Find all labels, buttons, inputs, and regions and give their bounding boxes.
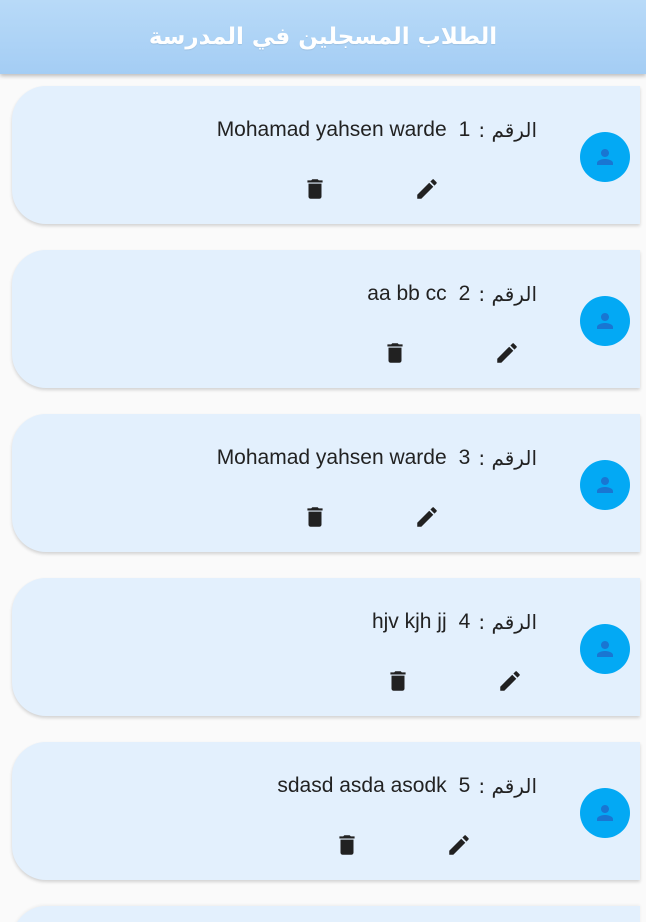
page-title: الطلاب المسجلين في المدرسة	[148, 24, 498, 50]
person-icon	[597, 641, 613, 657]
student-name: sdasd asda asodk	[277, 774, 447, 797]
delete-icon	[307, 179, 323, 199]
edit-button[interactable]	[493, 339, 521, 367]
edit-icon	[417, 507, 437, 527]
student-list[interactable]: Mohamad yahsen warde الرقم : 1 aa bb cc …	[0, 74, 646, 922]
avatar	[580, 624, 630, 674]
avatar	[580, 296, 630, 346]
edit-button[interactable]	[445, 831, 473, 859]
number-prefix: الرقم :	[478, 774, 537, 798]
app-bar: الطلاب المسجلين في المدرسة	[0, 0, 646, 74]
edit-button[interactable]	[413, 175, 441, 203]
person-icon	[597, 313, 613, 329]
student-title: Mohamad yahsen warde الرقم : 1	[217, 118, 537, 142]
person-icon	[597, 805, 613, 821]
avatar	[580, 460, 630, 510]
student-number-label: الرقم : 4	[459, 610, 537, 634]
delete-icon	[307, 507, 323, 527]
edit-icon	[449, 835, 469, 855]
delete-icon	[390, 671, 406, 691]
student-name: aa bb cc	[367, 282, 447, 305]
student-card[interactable]: hjv kjh jj الرقم : 4	[12, 578, 640, 716]
student-number-label: الرقم : 2	[459, 282, 537, 306]
delete-button[interactable]	[301, 175, 329, 203]
edit-icon	[417, 179, 437, 199]
student-name: hjv kjh jj	[371, 610, 447, 633]
student-name: Mohamad yahsen warde	[216, 118, 447, 141]
number-prefix: الرقم :	[478, 446, 537, 470]
student-number-label: الرقم : 3	[459, 446, 537, 470]
student-number: 3	[458, 446, 471, 469]
student-card[interactable]: sdasd asda asodk الرقم : 5	[12, 742, 640, 880]
student-title: Mohamad yahsen warde الرقم : 3	[217, 446, 537, 470]
student-card-partial[interactable]	[12, 906, 640, 922]
delete-button[interactable]	[384, 667, 412, 695]
student-title: hjv kjh jj الرقم : 4	[372, 610, 537, 634]
student-number-label: الرقم : 5	[459, 774, 537, 798]
edit-button[interactable]	[413, 503, 441, 531]
number-prefix: الرقم :	[478, 118, 537, 142]
edit-icon	[500, 671, 520, 691]
student-title: aa bb cc الرقم : 2	[367, 282, 537, 306]
avatar	[580, 788, 630, 838]
delete-button[interactable]	[301, 503, 329, 531]
person-icon	[597, 477, 613, 493]
student-card[interactable]: Mohamad yahsen warde الرقم : 1	[12, 86, 640, 224]
student-card[interactable]: Mohamad yahsen warde الرقم : 3	[12, 414, 640, 552]
number-prefix: الرقم :	[478, 610, 537, 634]
student-number: 1	[458, 118, 471, 141]
student-name: Mohamad yahsen warde	[216, 446, 447, 469]
delete-icon	[387, 343, 403, 363]
person-icon	[597, 149, 613, 165]
number-prefix: الرقم :	[478, 282, 537, 306]
student-card[interactable]: aa bb cc الرقم : 2	[12, 250, 640, 388]
student-number: 2	[458, 282, 471, 305]
delete-icon	[339, 835, 355, 855]
delete-button[interactable]	[381, 339, 409, 367]
edit-icon	[497, 343, 517, 363]
student-number: 5	[458, 774, 471, 797]
edit-button[interactable]	[496, 667, 524, 695]
student-number: 4	[458, 610, 471, 633]
student-number-label: الرقم : 1	[459, 118, 537, 142]
avatar	[580, 132, 630, 182]
delete-button[interactable]	[333, 831, 361, 859]
student-title: sdasd asda asodk الرقم : 5	[277, 774, 537, 798]
